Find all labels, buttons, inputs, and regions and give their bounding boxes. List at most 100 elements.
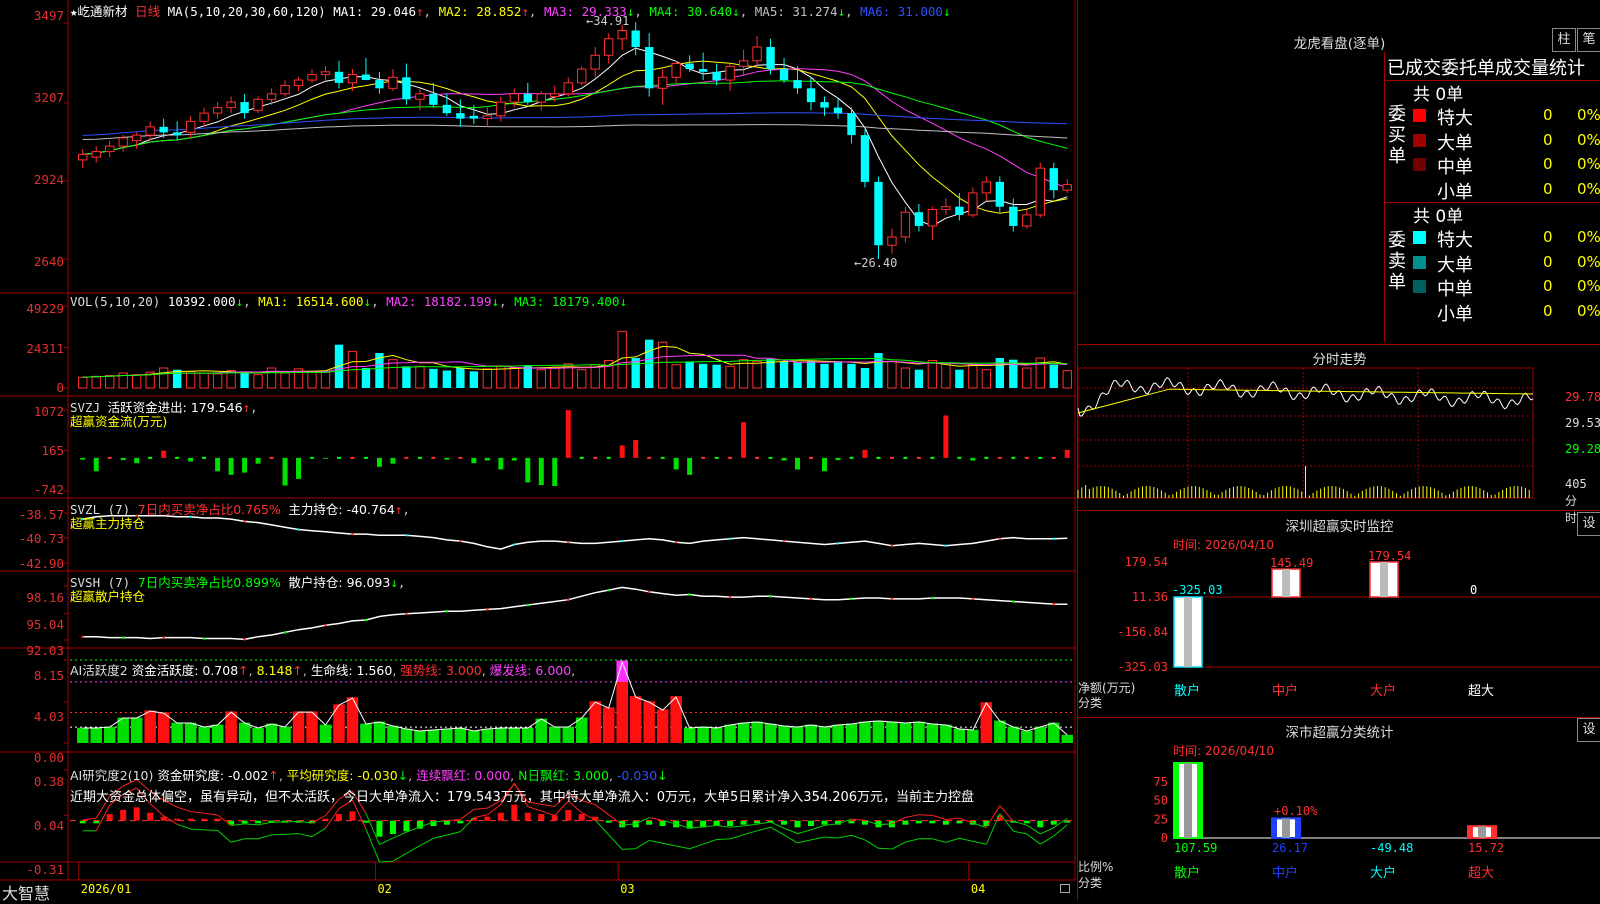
ai-research-line2 (285, 834, 298, 835)
order-row-label: 特大 (1437, 226, 1473, 252)
lhb-title: 龙虎看盘(逐单) (1078, 32, 1600, 52)
candle-body (537, 94, 545, 102)
order-row-label: 特大 (1437, 104, 1473, 130)
y-label: -156.84 (1117, 625, 1168, 639)
order-row[interactable]: 中单00% (1413, 153, 1600, 175)
ai-research-line2 (218, 831, 231, 843)
x-axis-label: 04 (971, 882, 985, 896)
y-label: 50 (1154, 794, 1168, 808)
candle-body (1050, 168, 1058, 190)
lock-icon[interactable] (1060, 884, 1070, 893)
left-chart-area[interactable]: ★屹通新材 日线 MA(5,10,20,30,60,120) MA1: 29.0… (0, 0, 1076, 900)
y-label: 49229 (0, 301, 64, 316)
candle-body (969, 193, 977, 215)
x-axis-label: 2026/01 (81, 882, 132, 896)
order-row-label: 大单 (1437, 251, 1473, 277)
order-stats-title[interactable]: 已成交委托单成交量统计 (1387, 54, 1600, 80)
class-category-label: 散户 (1174, 865, 1200, 881)
svzj-bar (620, 445, 625, 458)
ai-activity-bar (819, 727, 830, 743)
sz-monitor-chart: 179.5411.36-156.84-325.03-325.03散户145.49… (1078, 510, 1600, 710)
ai-activity-bar (778, 726, 789, 743)
candlestick-chart[interactable] (0, 0, 1076, 880)
order-row[interactable]: 特大00% (1413, 226, 1600, 248)
ai-research-bar (619, 821, 625, 828)
ai-research-line2 (825, 837, 838, 838)
ai-activity-bar (563, 727, 574, 743)
volume-bar (1050, 365, 1058, 388)
candle-body (470, 116, 478, 119)
y-label: 75 (1154, 775, 1168, 789)
stock-name: 屹通新材 (78, 4, 128, 19)
ai-activity-label: AI活跃度2 (70, 663, 128, 678)
svzl-dot (999, 538, 1001, 540)
y-label: 3497 (0, 8, 64, 23)
ai-activity-bar (873, 721, 884, 743)
y-label: 24311 (0, 341, 64, 356)
volume-bar (847, 364, 855, 388)
ai-activity-bar (131, 718, 142, 743)
volume-bar (712, 365, 720, 388)
order-row[interactable]: 大单00% (1413, 251, 1600, 273)
order-row[interactable]: 特大00% (1413, 104, 1600, 126)
brand-logo: 大智慧 (2, 880, 50, 904)
ai-research-line (932, 815, 945, 819)
tick-mode-button[interactable]: 笔 (1577, 28, 1600, 52)
svsh-dot (729, 596, 732, 599)
period-label[interactable]: 日线 (135, 4, 160, 19)
bar-mode-button[interactable]: 柱 (1552, 28, 1576, 52)
color-swatch (1413, 256, 1426, 269)
ai-activity-bar (495, 728, 506, 743)
order-row[interactable]: 大单00% (1413, 129, 1600, 151)
order-row-pct: 0% (1577, 302, 1600, 320)
ai-research-line (851, 819, 864, 820)
y-label: 0 (0, 380, 64, 395)
ai-research-line2 (851, 835, 864, 840)
order-row-value: 0 (1543, 253, 1553, 271)
fund-comment-text: 近期大资金总体偏空，虽有异动，但不太活跃，今日大单净流入：179.543万元，其… (70, 786, 1074, 805)
monitor-category-label: 大户 (1370, 683, 1396, 699)
volume-bar (402, 366, 410, 388)
svsh-dot (607, 589, 610, 592)
svzj-bar (283, 458, 288, 486)
monitor-bar-shade (1380, 562, 1388, 597)
svzj-bar (674, 458, 679, 470)
order-row-pct: 0% (1577, 253, 1600, 271)
ai-research-bar (538, 814, 544, 821)
y-label: 179.54 (1125, 555, 1168, 569)
candle-body (685, 64, 693, 70)
ai-research-bar (916, 821, 922, 824)
order-row-label: 大单 (1437, 129, 1473, 155)
order-row[interactable]: 小单00% (1413, 178, 1600, 200)
color-swatch (1413, 183, 1426, 196)
class-bar-shade (1184, 763, 1192, 838)
order-row[interactable]: 小单00% (1413, 300, 1600, 322)
svzl-dot (729, 538, 731, 540)
ai-activity-bar (428, 730, 439, 743)
ma-line-2 (83, 61, 1068, 213)
ai-research-bar (943, 821, 949, 825)
svzl-dot (783, 540, 785, 542)
ma-value-5: MA5: 31.274 (755, 4, 838, 19)
ai-activity-bar (1048, 723, 1059, 743)
candle-body (146, 127, 154, 135)
order-row-pct: 0% (1577, 131, 1600, 149)
candle-body (780, 69, 788, 80)
intraday-chart[interactable] (1078, 368, 1600, 508)
star-icon[interactable]: ★ (70, 4, 78, 19)
ai-research-bar (525, 813, 531, 821)
ai-research-line (177, 807, 190, 811)
candle-body (321, 72, 329, 75)
ai-research-line2 (447, 832, 460, 835)
ai-activity-bar (913, 722, 924, 743)
ai-research-line2 (703, 840, 716, 845)
ai-activity-bar (1062, 735, 1073, 743)
ai-research-bar (134, 807, 140, 820)
svzl-ratio: 7日内买卖净占比0.765% (138, 502, 281, 517)
ai-activity-bar (994, 721, 1005, 743)
volume-bar (106, 376, 114, 388)
high-price-label: ←34.91 (586, 14, 629, 28)
svzl-dot (567, 541, 569, 543)
order-row[interactable]: 中单00% (1413, 275, 1600, 297)
candle-body (915, 212, 923, 226)
